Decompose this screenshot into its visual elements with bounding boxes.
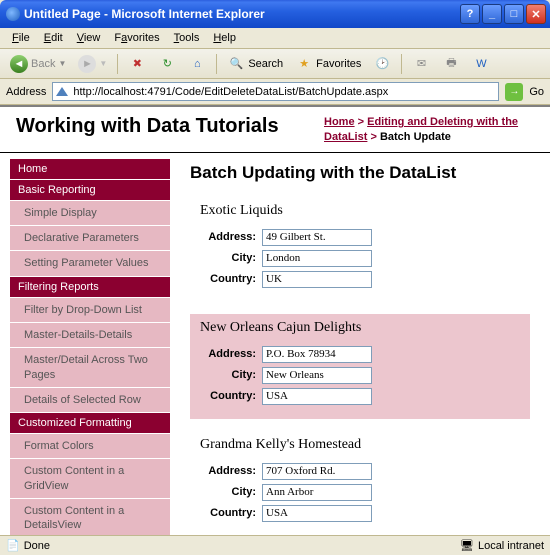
- zone-text: Local intranet: [478, 540, 544, 552]
- city-label: City:: [200, 369, 262, 381]
- address-label: Address:: [200, 231, 262, 243]
- supplier-block: Grandma Kelly's Homestead Address: City: Co…: [190, 431, 530, 535]
- nav-item[interactable]: Custom Content in a GridView: [10, 459, 170, 499]
- nav-section-head[interactable]: Filtering Reports: [10, 277, 170, 298]
- address-input[interactable]: [262, 229, 372, 246]
- address-label: Address: [6, 86, 46, 98]
- ie-logo-icon: [6, 7, 20, 21]
- country-input[interactable]: [262, 388, 372, 405]
- nav-item[interactable]: Details of Selected Row: [10, 388, 170, 413]
- country-label: Country:: [200, 507, 262, 519]
- close-button[interactable]: ✕: [526, 4, 546, 24]
- address-label: Address:: [200, 465, 262, 477]
- country-label: Country:: [200, 390, 262, 402]
- supplier-block: New Orleans Cajun Delights Address: City: C…: [190, 314, 530, 419]
- zone-icon: 🖥: [460, 539, 474, 552]
- nav-home[interactable]: Home: [10, 159, 170, 180]
- page-heading: Batch Updating with the DataList: [190, 163, 530, 183]
- minimize-button[interactable]: _: [482, 4, 502, 24]
- menu-edit[interactable]: Edit: [38, 30, 69, 46]
- search-button[interactable]: 🔍Search: [223, 53, 287, 75]
- forward-button: ►▼: [74, 53, 111, 75]
- refresh-button[interactable]: ↻: [154, 53, 180, 75]
- done-icon: 📄: [6, 539, 20, 552]
- sidebar: Home Basic ReportingSimple DisplayDeclar…: [0, 153, 170, 535]
- supplier-name: Grandma Kelly's Homestead: [200, 437, 520, 453]
- nav-item[interactable]: Format Colors: [10, 434, 170, 459]
- go-label: Go: [529, 86, 544, 98]
- maximize-button[interactable]: □: [504, 4, 524, 24]
- address-bar: Address → Go: [0, 79, 550, 105]
- menubar: File Edit View Favorites Tools Help: [0, 28, 550, 49]
- nav-item[interactable]: Custom Content in a DetailsView: [10, 499, 170, 535]
- stop-button[interactable]: ✖: [124, 53, 150, 75]
- address-input[interactable]: [262, 463, 372, 480]
- nav-item[interactable]: Filter by Drop-Down List: [10, 298, 170, 323]
- print-button[interactable]: 🖶: [438, 53, 464, 75]
- country-label: Country:: [200, 273, 262, 285]
- address-label: Address:: [200, 348, 262, 360]
- address-input[interactable]: [52, 82, 499, 101]
- city-input[interactable]: [262, 484, 372, 501]
- nav-item[interactable]: Declarative Parameters: [10, 226, 170, 251]
- toolbar: ◄Back▼ ►▼ ✖ ↻ ⌂ 🔍Search ★Favorites 🕑 ✉ 🖶…: [0, 49, 550, 79]
- window-title: Untitled Page - Microsoft Internet Explo…: [24, 7, 265, 21]
- favorites-button[interactable]: ★Favorites: [291, 53, 365, 75]
- country-input[interactable]: [262, 271, 372, 288]
- edit-button[interactable]: W: [468, 53, 494, 75]
- status-text: Done: [24, 540, 50, 552]
- nav-item[interactable]: Master-Details-Details: [10, 323, 170, 348]
- menu-file[interactable]: File: [6, 30, 36, 46]
- status-bar: 📄 Done 🖥 Local intranet: [0, 535, 550, 555]
- nav-section-head[interactable]: Customized Formatting: [10, 413, 170, 434]
- breadcrumb: Home > Editing and Deleting with the Dat…: [324, 115, 534, 146]
- titlebar: Untitled Page - Microsoft Internet Explo…: [0, 0, 550, 28]
- menu-help[interactable]: Help: [207, 30, 242, 46]
- go-button[interactable]: →: [505, 83, 523, 101]
- city-label: City:: [200, 252, 262, 264]
- menu-view[interactable]: View: [71, 30, 107, 46]
- supplier-name: Exotic Liquids: [200, 203, 520, 219]
- page-header: Working with Data Tutorials Home > Editi…: [0, 107, 550, 153]
- home-button[interactable]: ⌂: [184, 53, 210, 75]
- crumb-current: Batch Update: [380, 131, 451, 143]
- mail-button[interactable]: ✉: [408, 53, 434, 75]
- nav-item[interactable]: Master/Detail Across Two Pages: [10, 348, 170, 388]
- supplier-block: Exotic Liquids Address: City: Country:: [190, 197, 530, 302]
- history-button[interactable]: 🕑: [369, 53, 395, 75]
- crumb-home[interactable]: Home: [324, 116, 355, 128]
- city-label: City:: [200, 486, 262, 498]
- menu-favorites[interactable]: Favorites: [108, 30, 165, 46]
- main-pane: Batch Updating with the DataList Exotic …: [170, 153, 550, 535]
- back-button[interactable]: ◄Back▼: [6, 53, 70, 75]
- content-area: Working with Data Tutorials Home > Editi…: [0, 105, 550, 535]
- city-input[interactable]: [262, 367, 372, 384]
- address-input[interactable]: [262, 346, 372, 363]
- window-help-button[interactable]: ?: [460, 4, 480, 24]
- nav-section-head[interactable]: Basic Reporting: [10, 180, 170, 201]
- site-title: Working with Data Tutorials: [16, 115, 324, 146]
- menu-tools[interactable]: Tools: [168, 30, 206, 46]
- nav-item[interactable]: Simple Display: [10, 201, 170, 226]
- supplier-name: New Orleans Cajun Delights: [200, 320, 520, 336]
- city-input[interactable]: [262, 250, 372, 267]
- country-input[interactable]: [262, 505, 372, 522]
- nav-item[interactable]: Setting Parameter Values: [10, 251, 170, 276]
